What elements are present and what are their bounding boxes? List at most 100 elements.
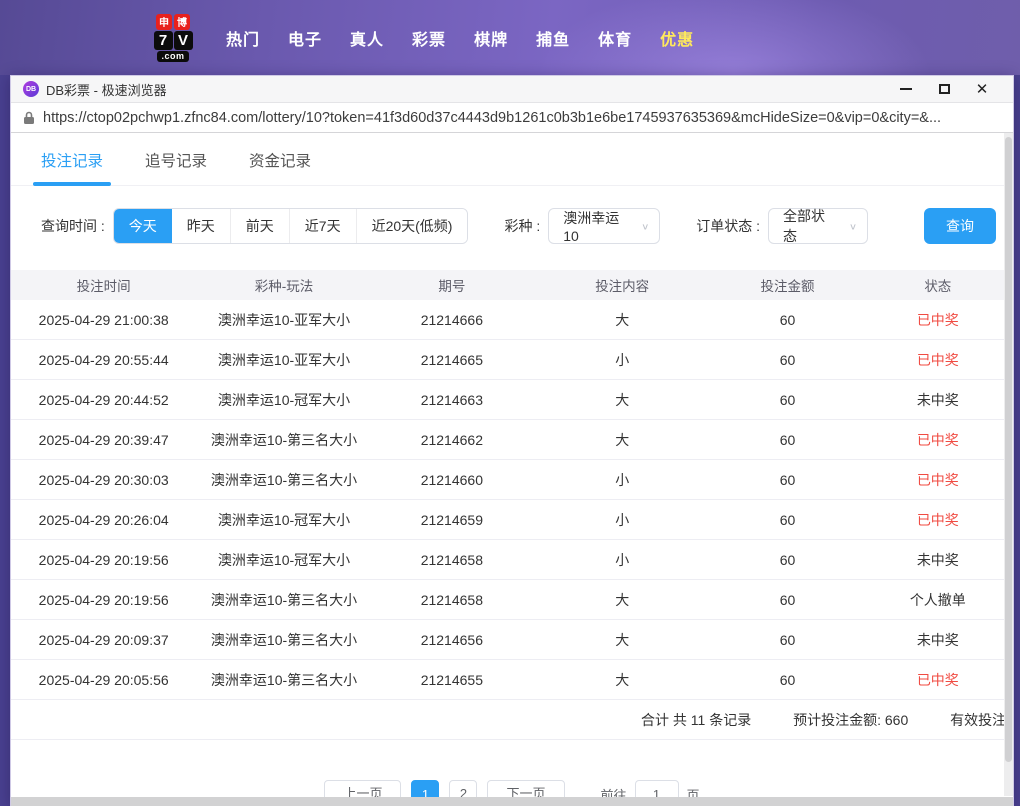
nav-item-真人[interactable]: 真人 bbox=[350, 26, 384, 50]
time-filter-group: 今天昨天前天近7天近20天(低频) bbox=[113, 208, 469, 244]
column-header-投注金额: 投注金额 bbox=[712, 275, 862, 295]
browser-window: DB DB彩票 - 极速浏览器 ✕ https://ctop02pchwp1.z… bbox=[10, 75, 1014, 806]
cell-status: 个人撤单 bbox=[863, 590, 1013, 610]
status-badge: 已中奖 bbox=[917, 312, 959, 328]
cell-bet-time: 2025-04-29 20:09:37 bbox=[11, 632, 196, 648]
column-header-状态: 状态 bbox=[863, 275, 1013, 295]
window-titlebar[interactable]: DB DB彩票 - 极速浏览器 ✕ bbox=[11, 76, 1013, 103]
time-option-近7天[interactable]: 近7天 bbox=[289, 209, 356, 243]
cell-bet-amount: 60 bbox=[712, 472, 862, 488]
column-header-彩种-玩法: 彩种-玩法 bbox=[196, 275, 371, 295]
close-button[interactable]: ✕ bbox=[963, 78, 1001, 100]
cell-bet-amount: 60 bbox=[712, 512, 862, 528]
cell-game-play: 澳洲幸运10-冠军大小 bbox=[196, 390, 371, 410]
tab-追号记录[interactable]: 追号记录 bbox=[145, 149, 207, 185]
status-badge: 已中奖 bbox=[917, 472, 959, 488]
cell-bet-amount: 60 bbox=[712, 552, 862, 568]
cell-bet-time: 2025-04-29 20:26:04 bbox=[11, 512, 196, 528]
cell-issue-number: 21214656 bbox=[372, 632, 532, 648]
nav-item-电子[interactable]: 电子 bbox=[288, 26, 322, 50]
chevron-down-icon: ∨ bbox=[641, 221, 649, 231]
table-row[interactable]: 2025-04-29 20:26:04澳洲幸运10-冠军大小21214659小6… bbox=[11, 500, 1013, 540]
total-records-text: 合计 共 11 条记录 bbox=[641, 712, 751, 728]
vertical-scrollbar[interactable] bbox=[1004, 133, 1013, 796]
url-bar[interactable]: https://ctop02pchwp1.zfnc84.com/lottery/… bbox=[11, 103, 1013, 133]
time-option-昨天[interactable]: 昨天 bbox=[172, 209, 230, 243]
time-option-近20天(低频)[interactable]: 近20天(低频) bbox=[356, 209, 468, 243]
site-logo[interactable]: 申 博 7 V .com bbox=[148, 14, 198, 62]
top-nav: 申 博 7 V .com 热门 电子 真人 彩票 棋牌 捕鱼 体育 优惠 bbox=[0, 0, 1020, 75]
lottery-select-value: 澳洲幸运10 bbox=[563, 208, 631, 244]
table-row[interactable]: 2025-04-29 20:19:56澳洲幸运10-冠军大小21214658小6… bbox=[11, 540, 1013, 580]
cell-game-play: 澳洲幸运10-第三名大小 bbox=[196, 430, 371, 450]
nav-item-彩票[interactable]: 彩票 bbox=[412, 26, 446, 50]
time-option-今天[interactable]: 今天 bbox=[114, 209, 172, 243]
cell-status: 已中奖 bbox=[863, 350, 1013, 370]
table-header-row: 投注时间彩种-玩法期号投注内容投注金额状态 bbox=[11, 270, 1013, 300]
cell-bet-content: 小 bbox=[532, 350, 712, 370]
cell-status: 未中奖 bbox=[863, 630, 1013, 650]
status-badge: 已中奖 bbox=[917, 352, 959, 368]
nav-item-热门[interactable]: 热门 bbox=[226, 26, 260, 50]
order-status-label: 订单状态 : bbox=[696, 216, 760, 236]
minimize-button[interactable] bbox=[887, 78, 925, 100]
table-row[interactable]: 2025-04-29 20:09:37澳洲幸运10-第三名大小21214656大… bbox=[11, 620, 1013, 660]
table-row[interactable]: 2025-04-29 20:30:03澳洲幸运10-第三名大小21214660小… bbox=[11, 460, 1013, 500]
lottery-label: 彩种 : bbox=[504, 216, 540, 236]
app-icon: DB bbox=[23, 81, 39, 97]
table-body: 2025-04-29 21:00:38澳洲幸运10-亚军大小21214666大6… bbox=[11, 300, 1013, 700]
minimize-icon bbox=[900, 88, 912, 90]
search-button[interactable]: 查询 bbox=[924, 208, 996, 244]
time-filter-label: 查询时间 : bbox=[41, 216, 105, 236]
maximize-button[interactable] bbox=[925, 78, 963, 100]
logo-char-bo: 博 bbox=[174, 14, 190, 30]
table-row[interactable]: 2025-04-29 20:39:47澳洲幸运10-第三名大小21214662大… bbox=[11, 420, 1013, 460]
lottery-select[interactable]: 澳洲幸运10 ∨ bbox=[548, 208, 660, 244]
cell-bet-amount: 60 bbox=[712, 312, 862, 328]
status-badge: 已中奖 bbox=[917, 432, 959, 448]
nav-item-捕鱼[interactable]: 捕鱼 bbox=[536, 26, 570, 50]
cell-status: 未中奖 bbox=[863, 390, 1013, 410]
maximize-icon bbox=[939, 84, 950, 94]
time-option-前天[interactable]: 前天 bbox=[230, 209, 289, 243]
nav-item-体育[interactable]: 体育 bbox=[598, 26, 632, 50]
cell-game-play: 澳洲幸运10-第三名大小 bbox=[196, 590, 371, 610]
table-row[interactable]: 2025-04-29 20:05:56澳洲幸运10-第三名大小21214655大… bbox=[11, 660, 1013, 700]
tab-资金记录[interactable]: 资金记录 bbox=[249, 149, 311, 185]
cell-bet-content: 小 bbox=[532, 470, 712, 490]
cell-bet-amount: 60 bbox=[712, 352, 862, 368]
cell-game-play: 澳洲幸运10-冠军大小 bbox=[196, 550, 371, 570]
vertical-scrollbar-thumb[interactable] bbox=[1005, 137, 1012, 762]
bet-records-table: 投注时间彩种-玩法期号投注内容投注金额状态 2025-04-29 21:00:3… bbox=[11, 270, 1013, 700]
summary-row: 合计 共 11 条记录 预计投注金额: 660 有效投注金额 bbox=[11, 700, 1013, 740]
order-status-select[interactable]: 全部状态 ∨ bbox=[768, 208, 868, 244]
url-text[interactable]: https://ctop02pchwp1.zfnc84.com/lottery/… bbox=[43, 110, 1001, 126]
column-header-投注内容: 投注内容 bbox=[532, 275, 712, 295]
nav-item-优惠[interactable]: 优惠 bbox=[660, 26, 694, 50]
column-header-投注时间: 投注时间 bbox=[11, 275, 196, 295]
cell-game-play: 澳洲幸运10-第三名大小 bbox=[196, 630, 371, 650]
table-row[interactable]: 2025-04-29 21:00:38澳洲幸运10-亚军大小21214666大6… bbox=[11, 300, 1013, 340]
filter-row: 查询时间 : 今天昨天前天近7天近20天(低频) 彩种 : 澳洲幸运10 ∨ 订… bbox=[11, 208, 1013, 244]
logo-com-label: .com bbox=[157, 51, 188, 62]
table-row[interactable]: 2025-04-29 20:55:44澳洲幸运10-亚军大小21214665小6… bbox=[11, 340, 1013, 380]
cell-bet-amount: 60 bbox=[712, 632, 862, 648]
lock-icon bbox=[23, 111, 35, 125]
cell-issue-number: 21214655 bbox=[372, 672, 532, 688]
cell-game-play: 澳洲幸运10-冠军大小 bbox=[196, 510, 371, 530]
cell-bet-time: 2025-04-29 20:05:56 bbox=[11, 672, 196, 688]
table-row[interactable]: 2025-04-29 20:19:56澳洲幸运10-第三名大小21214658大… bbox=[11, 580, 1013, 620]
logo-char-v: V bbox=[174, 31, 193, 50]
nav-item-棋牌[interactable]: 棋牌 bbox=[474, 26, 508, 50]
cell-bet-content: 大 bbox=[532, 670, 712, 690]
cell-bet-time: 2025-04-29 20:44:52 bbox=[11, 392, 196, 408]
horizontal-scrollbar[interactable] bbox=[11, 797, 1013, 806]
status-badge: 已中奖 bbox=[917, 512, 959, 528]
cell-bet-content: 大 bbox=[532, 590, 712, 610]
cell-bet-content: 小 bbox=[532, 510, 712, 530]
tab-投注记录[interactable]: 投注记录 bbox=[41, 149, 103, 185]
table-row[interactable]: 2025-04-29 20:44:52澳洲幸运10-冠军大小21214663大6… bbox=[11, 380, 1013, 420]
cell-issue-number: 21214660 bbox=[372, 472, 532, 488]
cell-bet-amount: 60 bbox=[712, 432, 862, 448]
logo-char-shen: 申 bbox=[156, 14, 172, 30]
